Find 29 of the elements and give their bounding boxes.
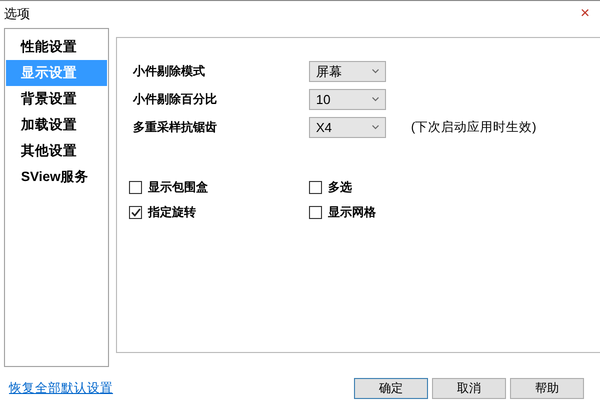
chevron-icon — [372, 125, 379, 130]
checkbox[interactable] — [309, 180, 322, 194]
window-title: 选项 — [4, 4, 30, 23]
checkbox[interactable] — [309, 206, 322, 219]
checkbox-label: 多选 — [328, 178, 352, 196]
dropdown[interactable]: 屏幕 — [309, 61, 386, 82]
reset-link[interactable]: 恢复全部默认设置 — [9, 380, 113, 397]
sidebar-item[interactable]: 其他设置 — [6, 138, 107, 164]
sidebar-item[interactable]: 加载设置 — [6, 112, 107, 138]
dropdown[interactable]: X4 — [309, 117, 386, 138]
sidebar-item[interactable]: 背景设置 — [6, 86, 107, 112]
checkbox-label: 显示网格 — [328, 204, 376, 221]
setting-label: 多重采样抗锯齿 — [133, 119, 218, 136]
checkbox-label: 指定旋转 — [148, 204, 196, 221]
sidebar-item[interactable]: SView服务 — [6, 164, 107, 190]
chevron-icon — [372, 69, 379, 74]
dialog-button[interactable]: 取消 — [432, 378, 506, 399]
checkbox[interactable] — [129, 206, 142, 219]
checkbox[interactable] — [129, 180, 142, 194]
sidebar-item[interactable]: 性能设置 — [6, 34, 107, 60]
dialog-button[interactable]: 帮助 — [510, 378, 584, 399]
dialog-button[interactable]: 确定 — [354, 378, 428, 399]
setting-label: 小件剔除百分比 — [133, 91, 218, 108]
chevron-icon — [372, 97, 379, 102]
checkbox-label: 显示包围盒 — [148, 178, 208, 196]
dropdown[interactable]: 10 — [309, 89, 386, 110]
setting-note: (下次启动应用时生效) — [411, 119, 538, 136]
setting-label: 小件剔除模式 — [133, 63, 206, 80]
close-button[interactable]: × — [570, 2, 600, 26]
